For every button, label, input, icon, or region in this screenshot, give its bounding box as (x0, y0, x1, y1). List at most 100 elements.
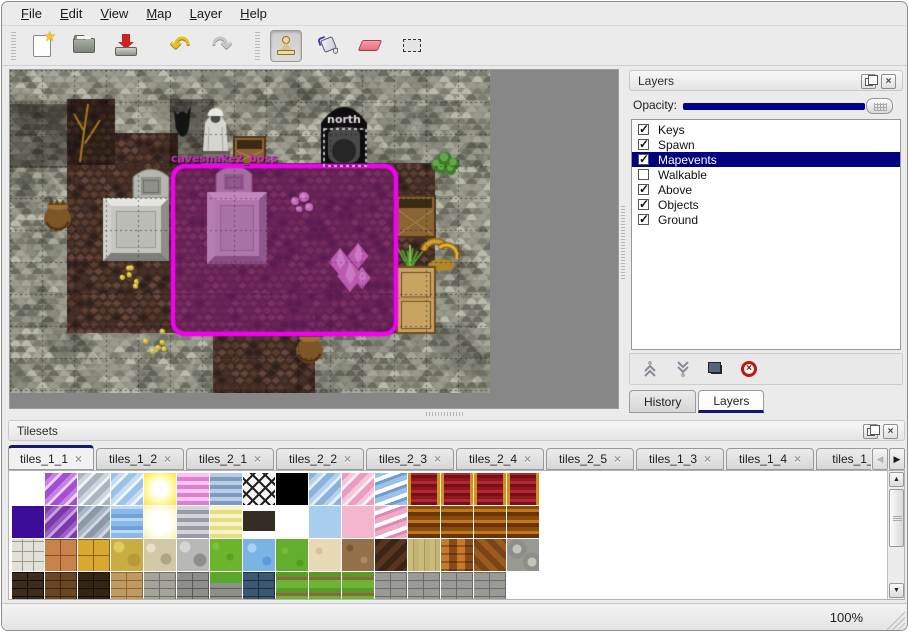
palette-tile-blue-solid[interactable] (309, 506, 341, 538)
map-viewport[interactable] (9, 69, 619, 409)
layer-row-ground[interactable]: ✓Ground (632, 212, 900, 227)
tileset-tab-tiles_2_1[interactable]: tiles_2_1× (186, 448, 274, 470)
palette-tile-stones-yellow[interactable] (111, 539, 143, 571)
resize-grip[interactable] (885, 610, 905, 630)
palette-tile-water-tex[interactable] (243, 539, 275, 571)
layer-move-up-button[interactable] (640, 359, 660, 379)
layer-move-down-button[interactable] (673, 359, 693, 379)
layer-checkbox[interactable]: ✓ (638, 199, 649, 210)
tileset-tab-tiles_1_3[interactable]: tiles_1_3× (636, 448, 724, 470)
palette-tile-brick-gray2[interactable] (375, 572, 407, 600)
palette-tile-carpet-red[interactable] (474, 473, 506, 505)
palette-tile-brick-gray2[interactable] (408, 572, 440, 600)
layer-row-spawn[interactable]: ✓Spawn (632, 137, 900, 152)
tileset-tab-tiles_1_1[interactable]: tiles_1_1× (8, 445, 94, 470)
opacity-slider-handle[interactable] (866, 98, 893, 114)
tilesets-close-button[interactable]: × (883, 424, 898, 439)
palette-tile-glow-yellow[interactable] (144, 473, 176, 505)
palette-tile-pebbles-beige[interactable] (144, 539, 176, 571)
scrollbar-up-button[interactable]: ▲ (889, 472, 904, 487)
map-canvas[interactable] (10, 70, 490, 393)
palette-tile-ribbon-blue[interactable] (375, 473, 407, 505)
tileset-tab-tiles_2_2[interactable]: tiles_2_2× (276, 448, 364, 470)
tab-close-icon[interactable]: × (75, 452, 82, 466)
palette-tile-stripes-pink[interactable] (177, 473, 209, 505)
layers-float-button[interactable] (861, 74, 876, 89)
save-file-button[interactable] (110, 30, 142, 62)
layer-checkbox[interactable]: ✓ (638, 214, 649, 225)
menu-edit[interactable]: Edit (51, 2, 91, 25)
palette-tile-ribbon-pink[interactable] (375, 506, 407, 538)
palette-tile-crystal-gray2[interactable] (78, 506, 110, 538)
palette-tile-stripes-brown[interactable] (408, 506, 440, 538)
layer-checkbox[interactable]: ✓ (638, 139, 649, 150)
layer-checkbox[interactable]: ✓ (638, 124, 649, 135)
menu-file[interactable]: File (12, 2, 51, 25)
undo-button[interactable]: ↶ (164, 30, 196, 62)
palette-tile-grass-green[interactable] (210, 539, 242, 571)
tab-close-icon[interactable]: × (164, 452, 171, 466)
palette-tile-stripes-gray[interactable] (177, 506, 209, 538)
tab-close-icon[interactable]: × (254, 452, 261, 466)
menu-help[interactable]: Help (231, 2, 276, 25)
layers-close-button[interactable]: × (881, 74, 896, 89)
palette-tile-tiles-gold[interactable] (78, 539, 110, 571)
scroll-left-button[interactable]: ◀ (872, 448, 888, 470)
palette-tile-sand-beige[interactable] (309, 539, 341, 571)
palette-tile-carpet-red[interactable] (507, 473, 539, 505)
toolbar-grip-2[interactable] (255, 32, 260, 60)
layer-duplicate-button[interactable] (706, 359, 726, 379)
palette-tile-brick-brown[interactable] (45, 572, 77, 600)
palette-tile-black[interactable] (276, 473, 308, 505)
layer-row-keys[interactable]: ✓Keys (632, 122, 900, 137)
palette-scrollbar[interactable]: ▲ ▼ (887, 471, 904, 599)
palette-tile-brick-blue[interactable] (243, 572, 275, 600)
layer-row-mapevents[interactable]: ✓Mapevents (632, 152, 900, 167)
fill-tool-button[interactable] (312, 30, 344, 62)
layer-row-above[interactable]: ✓Above (632, 182, 900, 197)
scrollbar-down-button[interactable]: ▼ (889, 583, 904, 598)
palette-tile-stripes-blue[interactable] (210, 473, 242, 505)
palette-tile-purple-solid[interactable] (12, 506, 44, 538)
palette-tile-empty[interactable] (12, 473, 44, 505)
toolbar-grip[interactable] (11, 32, 16, 60)
layer-row-walkable[interactable]: Walkable (632, 167, 900, 182)
palette-tile-empty[interactable] (507, 572, 539, 600)
palette-tile-empty[interactable] (276, 506, 308, 538)
palette-tile-crystal-purple[interactable] (45, 473, 77, 505)
palette-tile-brick-gray[interactable] (177, 572, 209, 600)
redo-button[interactable]: ↷ (206, 30, 238, 62)
tilesets-float-button[interactable] (863, 424, 878, 439)
palette-tile-brick-gray2[interactable] (474, 572, 506, 600)
palette-tile-grass-wall[interactable] (210, 572, 242, 600)
palette-tile-grass-green2[interactable] (276, 539, 308, 571)
palette-tile-stripes-brown[interactable] (474, 506, 506, 538)
palette-tile-wall-gray[interactable] (144, 572, 176, 600)
palette-tile-wood-dark[interactable] (375, 539, 407, 571)
horizontal-splitter[interactable] (2, 409, 907, 419)
palette-tile-stripes-brown[interactable] (507, 506, 539, 538)
menu-view[interactable]: View (91, 2, 137, 25)
layer-checkbox[interactable]: ✓ (638, 184, 649, 195)
tab-close-icon[interactable]: × (434, 452, 441, 466)
tab-close-icon[interactable]: × (524, 452, 531, 466)
palette-tile-herringbone[interactable] (474, 539, 506, 571)
palette-tile-carpet-red[interactable] (441, 473, 473, 505)
palette-tile-sign-dark[interactable] (243, 506, 275, 538)
scroll-right-button[interactable]: ▶ (889, 448, 905, 470)
palette-tile-grass-path[interactable] (342, 572, 374, 600)
select-tool-button[interactable] (396, 30, 428, 62)
palette-tile-grass-path[interactable] (309, 572, 341, 600)
tab-close-icon[interactable]: × (614, 452, 621, 466)
menu-layer[interactable]: Layer (181, 2, 232, 25)
palette-tile-stripes-yellow[interactable] (210, 506, 242, 538)
palette-tile-weave-orange[interactable] (441, 539, 473, 571)
palette-tile-crystal-lblue[interactable] (309, 473, 341, 505)
palette-tile-stones-gray[interactable] (177, 539, 209, 571)
layer-row-objects[interactable]: ✓Objects (632, 197, 900, 212)
palette-tile-crystal-pink[interactable] (342, 473, 374, 505)
palette-tile-brick-gray2[interactable] (441, 572, 473, 600)
scrollbar-thumb[interactable] (889, 489, 904, 547)
palette-tile-brick-dark[interactable] (12, 572, 44, 600)
eraser-tool-button[interactable] (354, 30, 386, 62)
